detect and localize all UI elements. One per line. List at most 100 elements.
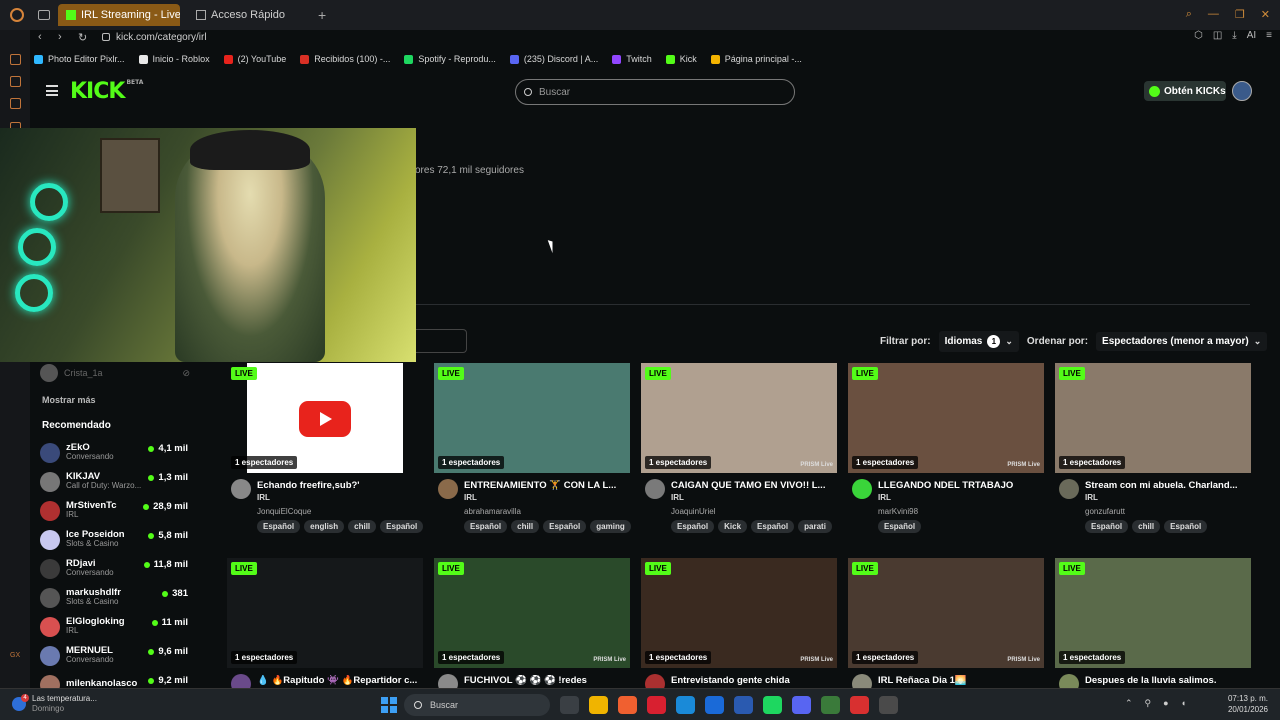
taskbar-search-input[interactable]: Buscar [404,694,550,716]
stream-thumbnail[interactable]: LIVE 1 espectadores PRISM Live [434,558,630,668]
stream-tag[interactable]: Kick [718,520,748,533]
aria-ai-button[interactable]: AI [1247,30,1256,41]
get-kicks-button[interactable]: Obtén KICKs [1144,81,1226,101]
stream-thumbnail[interactable]: LIVE 1 espectadores PRISM Live [848,363,1044,473]
tab-islands-icon[interactable] [38,10,50,20]
close-button[interactable]: ✕ [1261,8,1270,21]
forward-arrow-icon[interactable]: › [58,31,70,43]
search-tabs-icon[interactable]: ⌕ [1186,8,1192,21]
stream-tag[interactable]: chill [511,520,540,533]
recommended-channel[interactable]: MrStivenTc IRL 28,9 mil [40,496,190,525]
user-avatar[interactable] [1232,81,1252,101]
recommended-channel[interactable]: ElGlogloking IRL 11 mil [40,612,190,641]
recommended-channel[interactable]: KIKJAV Call of Duty: Warzo... 1,3 mil [40,467,190,496]
stream-title[interactable]: 💧 🔥Rapitudo 👾 🔥Repartidor c... [257,675,423,686]
taskbar-app-icon[interactable] [763,696,782,714]
stream-thumbnail[interactable]: LIVE 1 espectadores [434,363,630,473]
snapshot-icon[interactable]: ◫ [1213,30,1222,41]
streamer-avatar[interactable] [852,479,872,499]
url-text[interactable]: kick.com/category/irl [116,32,207,43]
microphone-icon[interactable]: ● [1163,698,1168,709]
recommended-channel[interactable]: RDjavi Conversando 11,8 mil [40,554,190,583]
stream-card[interactable]: LIVE 1 espectadores PRISM Live CAIGAN QUE T… [641,363,837,533]
streamer-avatar[interactable] [1059,479,1079,499]
bookmark-item[interactable]: Página principal -... [710,54,802,64]
stream-category[interactable]: IRL [1085,493,1098,502]
gx-corner-icon[interactable] [10,76,21,87]
stream-title[interactable]: FUCHIVOL ⚽ ⚽ ⚽ !redes [464,675,630,686]
languages-dropdown[interactable]: Idiomas 1 ⌄ [938,330,1019,352]
bookmark-item[interactable]: Kick [665,54,697,64]
workspace-icon[interactable] [10,98,21,109]
bookmark-item[interactable]: (2) YouTube [223,54,286,64]
hamburger-menu-icon[interactable] [46,85,58,96]
stream-tag[interactable]: Español [671,520,715,533]
recommended-channel[interactable]: markushdlfr Slots & Casino 381 [40,583,190,612]
stream-thumbnail[interactable]: LIVE 1 espectadores [1055,558,1251,668]
maximize-button[interactable]: ❐ [1235,8,1245,21]
streamer-name[interactable]: marKvini98 [878,507,918,516]
stream-thumbnail[interactable]: LIVE 1 espectadores [227,363,423,473]
download-icon[interactable]: ⤓ [1232,30,1236,41]
stream-thumbnail[interactable]: LIVE 1 espectadores PRISM Live [848,558,1044,668]
stream-title[interactable]: Entrevistando gente chida [671,675,837,686]
stream-tag[interactable]: Español [543,520,587,533]
taskbar-app-icon[interactable] [879,696,898,714]
recommended-channel[interactable]: MERNUEL Conversando 9,6 mil [40,641,190,670]
stream-thumbnail[interactable]: LIVE 1 espectadores [227,558,423,668]
stream-tag[interactable]: Español [751,520,795,533]
show-more-link[interactable]: Mostrar más [42,395,96,405]
streamer-name[interactable]: JonquiElCoque [257,507,311,516]
bookmark-item[interactable]: Twitch [612,54,652,64]
stream-category[interactable]: IRL [257,493,270,502]
stream-title[interactable]: Despues de la lluvia salimos. [1085,675,1251,686]
stream-title[interactable]: LLEGANDO NDEL TRTABAJO [878,480,1044,491]
stream-title[interactable]: CAIGAN QUE TAMO EN VIVO!! L... [671,480,837,491]
taskbar-app-icon[interactable] [734,696,753,714]
followed-channel-item[interactable]: Crista_1a ⊘ [40,364,190,382]
stream-tag[interactable]: Español [257,520,301,533]
stream-tag[interactable]: english [304,520,345,533]
stream-tag[interactable]: chill [1132,520,1161,533]
taskbar-app-icon[interactable] [647,696,666,714]
stream-title[interactable]: IRL Reñaca Dia 1🌅 [878,675,1044,686]
clock[interactable]: 07:13 p. m. 20/01/2026 [1228,694,1268,716]
taskbar-app-icon[interactable] [560,696,579,714]
bookmark-item[interactable]: Inicio - Roblox [138,54,210,64]
stream-category[interactable]: IRL [671,493,684,502]
bookmark-item[interactable]: (235) Discord | A... [509,54,598,64]
taskbar-app-icon[interactable] [850,696,869,714]
taskbar-app-icon[interactable] [589,696,608,714]
bookmark-item[interactable]: Photo Editor Pixlr... [34,54,125,64]
stream-card[interactable]: LIVE 1 espectadores Echando freefire,sub?'… [227,363,424,533]
recommended-channel[interactable]: zEkO Conversando 4,1 mil [40,438,190,467]
stream-tag[interactable]: Español [878,520,922,533]
stream-thumbnail[interactable]: LIVE 1 espectadores PRISM Live [641,558,837,668]
stream-tag[interactable]: chill [348,520,377,533]
stream-tag[interactable]: parati [798,520,832,533]
stream-category[interactable]: IRL [878,493,891,502]
extensions-icon[interactable]: ⬡ [1194,30,1203,41]
stream-tag[interactable]: gaming [590,520,631,533]
stream-thumbnail[interactable]: LIVE 1 espectadores PRISM Live [641,363,837,473]
stream-thumbnail[interactable]: LIVE 1 espectadores [1055,363,1251,473]
stream-title[interactable]: ENTRENAMIENTO 🏋 CON LA L... [464,480,630,491]
gx-control-icon[interactable] [10,54,21,65]
volume-icon[interactable]: ◖ [1181,698,1186,709]
stream-card[interactable]: LIVE 1 espectadores PRISM Live LLEGANDO NDE… [848,363,1044,533]
stream-card[interactable]: LIVE 1 espectadores ENTRENAMIENTO 🏋 CON LA… [434,363,631,533]
streamer-name[interactable]: JoaquinUriel [671,507,715,516]
taskbar-app-icon[interactable] [676,696,695,714]
bookmark-item[interactable]: Spotify - Reprodu... [404,54,496,64]
search-input[interactable]: Buscar [515,79,795,105]
weather-widget[interactable]: 4 Las temperatura... Domingo [12,693,97,713]
opera-gx-logo-icon[interactable] [10,8,24,22]
streamer-name[interactable]: gonzufarutt [1085,507,1125,516]
sort-dropdown[interactable]: Espectadores (menor a mayor) ⌄ [1096,331,1268,351]
network-icon[interactable]: ⚲ [1145,698,1152,709]
windows-start-icon[interactable] [381,697,397,713]
bookmark-item[interactable]: Recibidos (100) -... [300,54,390,64]
kick-logo[interactable]: KICK BETA [70,79,143,104]
filter-search-input[interactable] [416,329,467,353]
back-arrow-icon[interactable]: ‹ [38,31,50,43]
